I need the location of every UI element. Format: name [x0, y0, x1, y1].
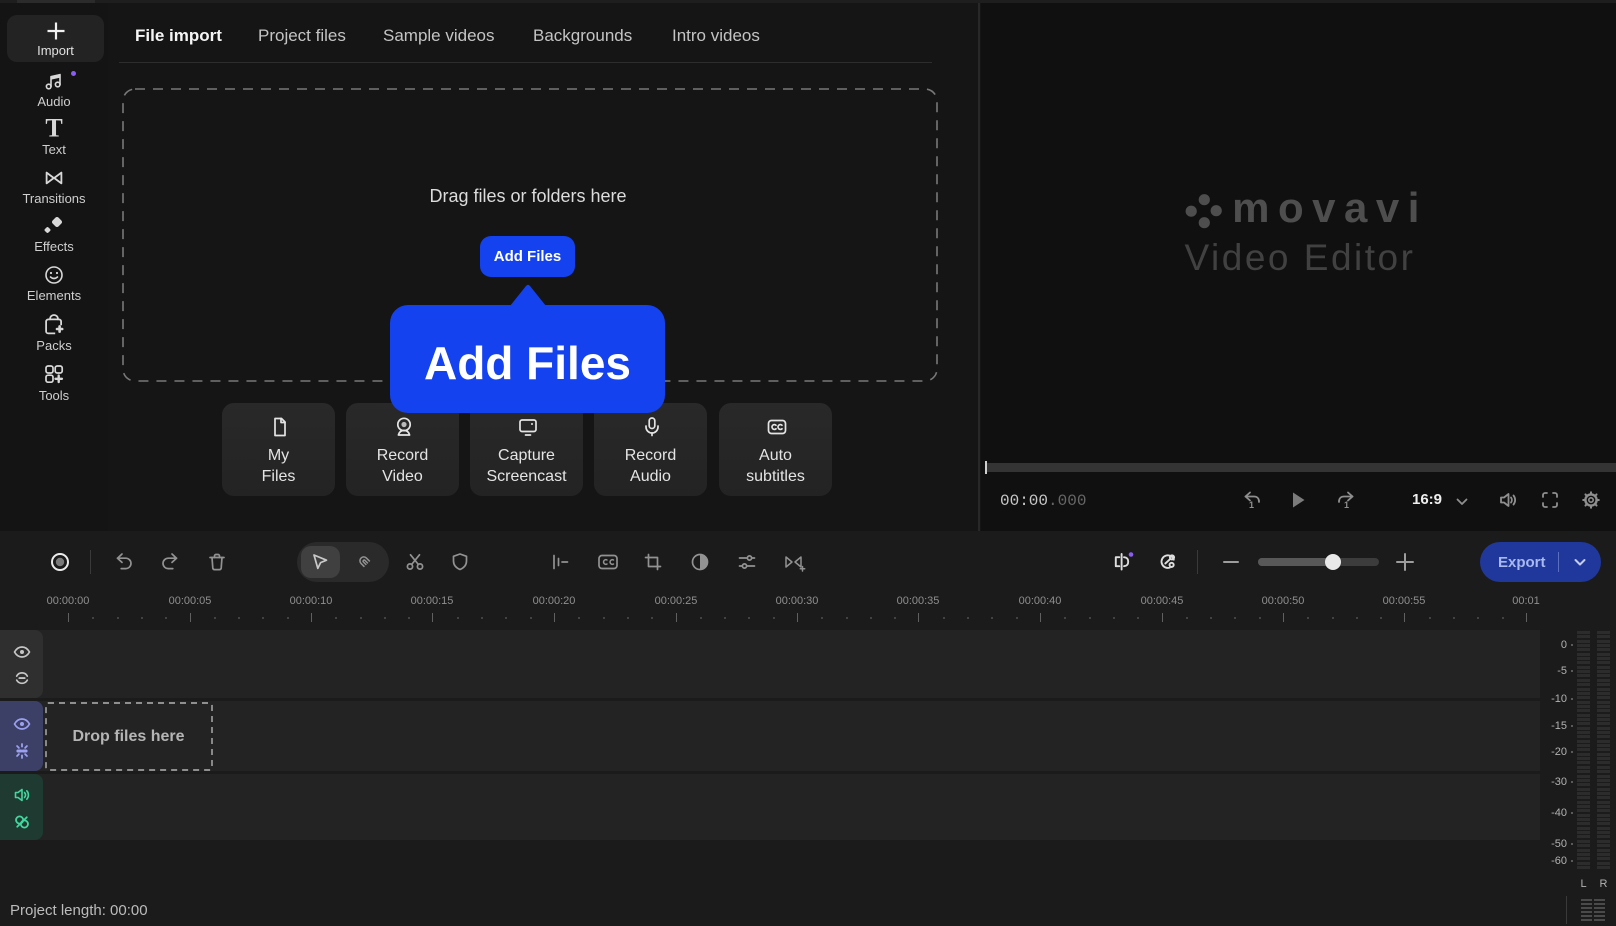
svg-text:1: 1 — [1344, 500, 1349, 510]
svg-text:1: 1 — [1249, 500, 1254, 510]
svg-text:T: T — [45, 118, 62, 140]
